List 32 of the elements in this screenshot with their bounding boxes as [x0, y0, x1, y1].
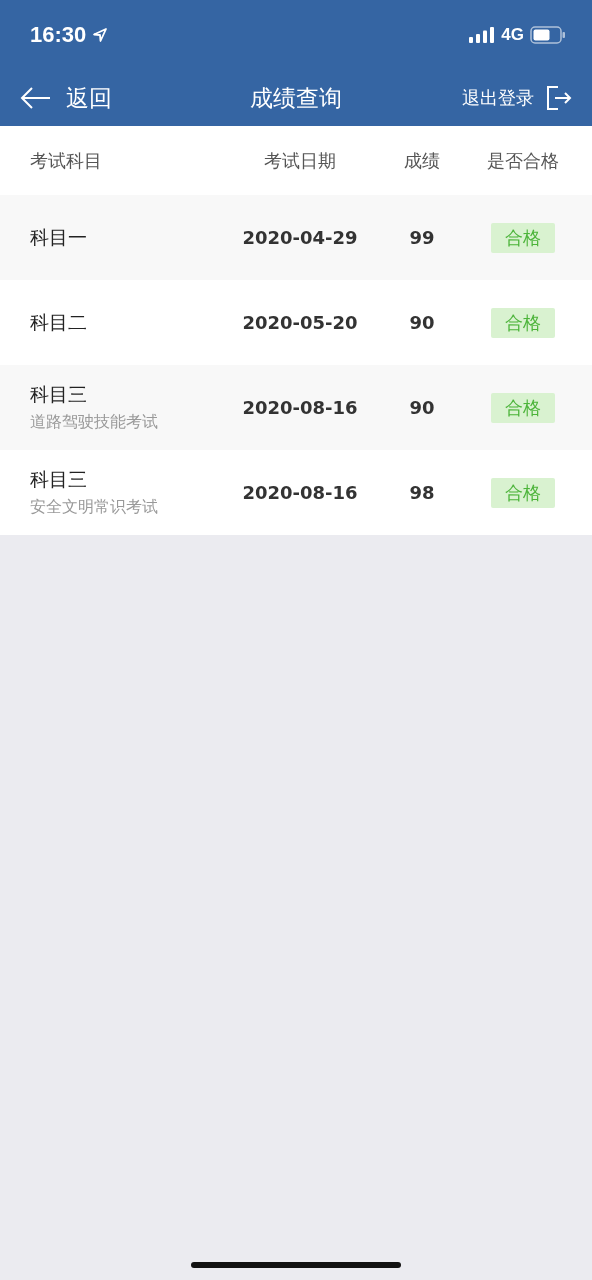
column-header: 成绩: [403, 148, 441, 173]
subject-name: 科目一: [30, 224, 88, 250]
exam-score: 90: [408, 312, 436, 333]
column-header: 是否合格: [486, 148, 560, 173]
result-badge: 合格: [491, 307, 555, 338]
exit-icon: [546, 85, 572, 111]
subject-note: 道路驾驶技能考试: [30, 412, 159, 433]
subject-name: 科目二: [30, 309, 88, 335]
exam-date: 2020-08-16: [241, 482, 359, 503]
page-title: 成绩查询: [250, 83, 342, 113]
network-label: 4G: [501, 25, 524, 45]
subject-note: 安全文明常识考试: [30, 497, 159, 518]
result-badge: 合格: [491, 477, 555, 508]
battery-icon: [530, 26, 566, 44]
subject-name: 科目三: [30, 382, 88, 407]
exam-score: 98: [408, 482, 436, 503]
back-arrow-icon: [20, 87, 52, 109]
column-header: 考试科目: [30, 148, 103, 173]
exam-date: 2020-08-16: [241, 397, 359, 418]
result-badge: 合格: [491, 392, 555, 423]
exam-score: 90: [408, 397, 436, 418]
status-time: 16:30: [30, 22, 87, 48]
result-badge: 合格: [491, 222, 555, 253]
logout-button[interactable]: 退出登录: [462, 85, 572, 111]
column-header: 考试日期: [263, 148, 337, 173]
exam-date: 2020-05-20: [241, 312, 359, 333]
exam-score: 99: [408, 227, 436, 248]
signal-icon: [469, 27, 496, 43]
back-button[interactable]: 返回: [20, 82, 112, 114]
location-arrow-icon: [92, 27, 109, 43]
subject-name: 科目三: [30, 467, 88, 492]
exam-date: 2020-04-29: [241, 227, 359, 248]
